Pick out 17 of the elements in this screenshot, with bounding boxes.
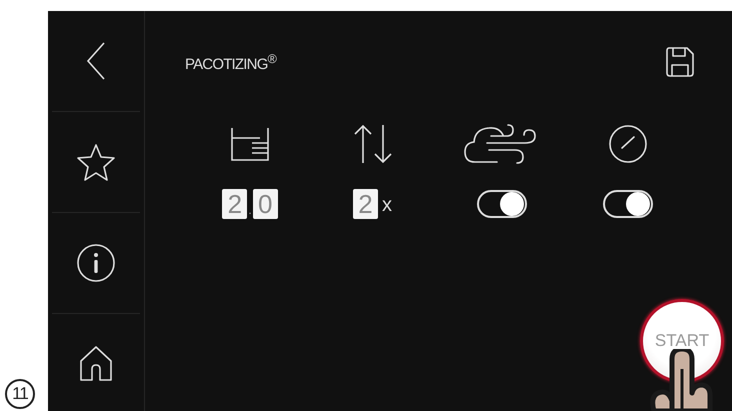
container-level-icon (230, 126, 270, 162)
info-icon[interactable] (76, 243, 116, 283)
back-icon[interactable] (86, 41, 106, 81)
digit-field[interactable]: 2 (353, 189, 378, 219)
gauge-icon (608, 124, 648, 164)
screen-title: PACOTIZING$^{®}$ (185, 52, 276, 72)
toggle-switch[interactable] (603, 190, 653, 218)
save-icon[interactable] (666, 47, 694, 77)
up-down-arrows-icon (352, 124, 394, 164)
home-icon[interactable] (78, 344, 114, 382)
digit-field[interactable]: 2 (222, 189, 248, 219)
multiplier-unit: x (382, 194, 392, 217)
step-number: 11 (5, 379, 35, 409)
decimal-point: . (248, 203, 252, 217)
digit-field[interactable]: 0 (252, 189, 278, 219)
star-icon[interactable] (76, 142, 116, 182)
toggle-switch[interactable] (476, 190, 526, 218)
